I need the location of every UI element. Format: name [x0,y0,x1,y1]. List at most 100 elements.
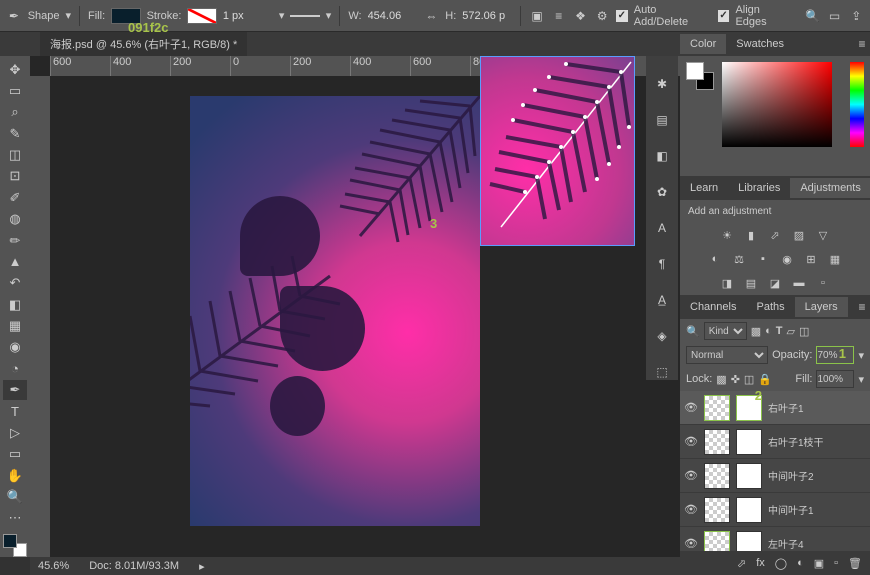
search-icon[interactable]: 🔍 [805,8,821,24]
auto-checkbox[interactable]: ✓ [616,10,628,22]
document-tab[interactable]: 海报.psd @ 45.6% (右叶子1, RGB/8) * [40,32,247,56]
brightness-icon[interactable]: ☀ [719,227,735,243]
delete-icon[interactable]: 🗑 [848,557,862,570]
move-tool[interactable]: ✥ [3,60,27,79]
layer-name[interactable]: 右叶子1枝干 [768,434,824,449]
vibrance-icon[interactable]: ▽ [815,227,831,243]
layer-mask[interactable] [736,429,762,455]
filter-adjust-icon[interactable]: ◐ [765,325,772,337]
opacity-field[interactable] [816,346,854,364]
visibility-icon[interactable]: 👁 [684,435,698,448]
fx-icon[interactable]: fx [756,557,765,569]
selective-icon[interactable]: ▫ [815,275,831,291]
panel-menu-icon[interactable]: ≡ [854,299,870,315]
layer-row[interactable]: 👁 中间叶子1 [680,493,870,527]
link-icon[interactable]: ⇔ [424,8,440,24]
edit-toolbar[interactable]: ⋯ [3,509,27,528]
brushes-icon[interactable]: ✿ [654,184,670,200]
filter-pixel-icon[interactable]: ▩ [751,325,761,338]
properties-icon[interactable]: ◧ [654,148,670,164]
chevron-down-icon[interactable]: ▾ [858,373,864,386]
filter-smart-icon[interactable]: ◫ [799,325,809,338]
tab-adjustments[interactable]: Adjustments [790,178,870,198]
dodge-tool[interactable]: ◔ [3,359,27,378]
tab-paths[interactable]: Paths [746,297,794,317]
share-icon[interactable]: ⇪ [848,8,864,24]
height-field[interactable] [462,10,512,22]
visibility-icon[interactable]: 👁 [684,401,698,414]
stroke-style[interactable] [290,15,319,17]
character-icon[interactable]: A [654,220,670,236]
lasso-tool[interactable]: ⌕ [3,103,27,122]
hand-tool[interactable]: ✋ [3,466,27,485]
visibility-icon[interactable]: 👁 [684,537,698,550]
lock-all-icon[interactable]: 🔒 [758,373,772,386]
layer-mask[interactable] [736,531,762,552]
levels-icon[interactable]: ▮ [743,227,759,243]
chevron-down-icon[interactable]: ▾ [326,9,332,22]
layer-name[interactable]: 右叶子1 [768,400,804,415]
tab-swatches[interactable]: Swatches [726,34,794,54]
rectangle-tool[interactable]: ▭ [3,444,27,463]
photo-filter-icon[interactable]: ◉ [779,251,795,267]
layer-thumb[interactable] [704,463,730,489]
links-icon[interactable]: ⬚ [654,364,670,380]
align-edges-checkbox[interactable]: ✓ [718,10,730,22]
layer-row[interactable]: 👁 右叶子1 [680,391,870,425]
curves-icon[interactable]: ⬀ [767,227,783,243]
paragraph-icon[interactable]: ¶ [654,256,670,272]
hue-icon[interactable]: ◐ [707,251,723,267]
posterize-icon[interactable]: ▤ [743,275,759,291]
zoom-level[interactable]: 45.6% [38,560,69,572]
lock-pixels-icon[interactable]: ▩ [716,373,726,386]
chevron-down-icon[interactable]: ▾ [279,9,285,22]
filter-type-icon[interactable]: T [776,325,783,337]
threshold-icon[interactable]: ◪ [767,275,783,291]
tab-channels[interactable]: Channels [680,297,746,317]
selection-preview[interactable] [480,56,635,246]
path-arrange-icon[interactable]: ❖ [573,8,589,24]
layer-thumb[interactable] [704,531,730,552]
gradient-map-icon[interactable]: ▬ [791,275,807,291]
lock-artboard-icon[interactable]: ◫ [744,373,754,386]
link-layers-icon[interactable]: ⬀ [737,557,746,570]
blend-mode[interactable]: Normal [686,346,768,364]
crop-tool[interactable]: ◫ [3,145,27,164]
fill-field[interactable] [816,370,854,388]
layer-thumb[interactable] [704,395,730,421]
color-fg-bg[interactable] [686,62,714,90]
stroke-swatch[interactable] [187,8,216,24]
layers-icon[interactable]: ◈ [654,328,670,344]
exposure-icon[interactable]: ▨ [791,227,807,243]
chevron-right-icon[interactable]: ▸ [199,560,205,573]
mixer-icon[interactable]: ⊞ [803,251,819,267]
layer-row[interactable]: 👁 左叶子4 [680,527,870,551]
healing-tool[interactable]: ◍ [3,210,27,229]
history-icon[interactable]: ▤ [654,112,670,128]
path-select-tool[interactable]: ▷ [3,423,27,442]
chevron-down-icon[interactable]: ▾ [66,9,72,22]
layer-row[interactable]: 👁 右叶子1枝干 [680,425,870,459]
new-layer-icon[interactable]: ▫ [834,557,838,569]
brush-tool[interactable]: ✏ [3,231,27,250]
type-tool[interactable]: T [3,402,27,421]
pen-tool[interactable]: ✒ [3,380,27,399]
filter-search-icon[interactable]: 🔍 [686,325,700,338]
bw-icon[interactable]: ▪ [755,251,771,267]
layer-thumb[interactable] [704,497,730,523]
gradient-tool[interactable]: ▦ [3,316,27,335]
tab-color[interactable]: Color [680,34,726,54]
foreground-background-colors[interactable] [3,534,27,557]
layer-mask[interactable] [736,463,762,489]
visibility-icon[interactable]: 👁 [684,503,698,516]
eraser-tool[interactable]: ◧ [3,295,27,314]
adjustment-layer-icon[interactable]: ◐ [797,557,804,569]
color-field[interactable] [722,62,832,147]
lut-icon[interactable]: ▦ [827,251,843,267]
filter-kind[interactable]: Kind [704,322,747,340]
canvas-area[interactable]: 6004002000200400600800100012001400160018… [30,56,680,557]
stroke-width[interactable] [223,10,273,22]
gear-icon[interactable]: ⚙ [594,8,610,24]
blur-tool[interactable]: ◉ [3,338,27,357]
layer-thumb[interactable] [704,429,730,455]
